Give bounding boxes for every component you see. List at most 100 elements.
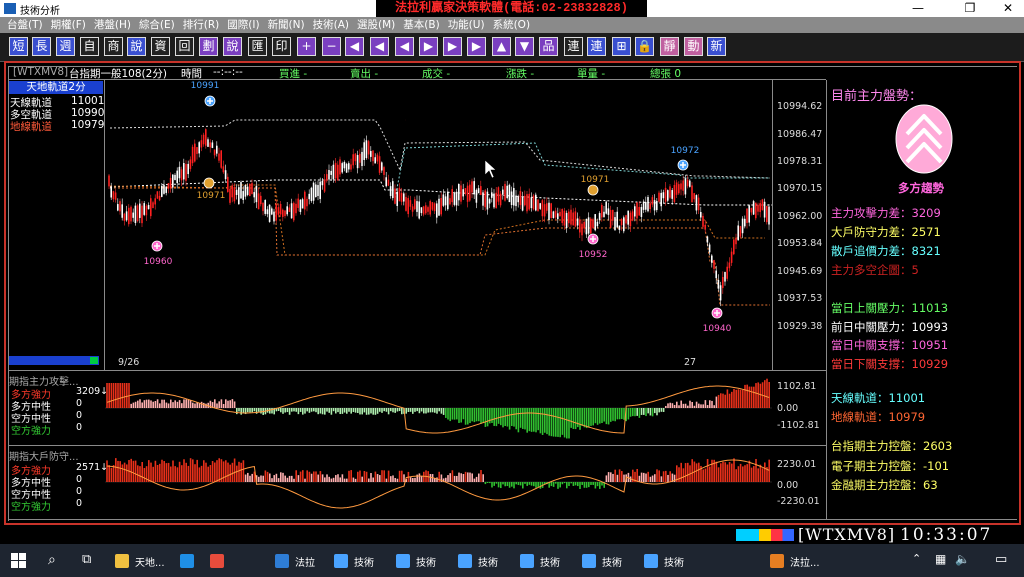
toolbar-button-21[interactable]: ▼ [515, 37, 534, 56]
attack-bar [581, 408, 583, 426]
defense-bar [513, 482, 515, 489]
toolbar-button-24[interactable]: 連 [587, 37, 606, 56]
attack-bar [214, 399, 216, 408]
candle-body [328, 170, 330, 180]
defense-chart[interactable] [105, 446, 772, 519]
menu-item-9[interactable]: 基本(B) [400, 17, 442, 33]
chart-scroll-bar[interactable] [9, 356, 99, 365]
attack-bar [346, 408, 348, 414]
notification-icon[interactable]: ▭ [995, 552, 1007, 567]
toolbar-button-1[interactable]: 長 [32, 37, 51, 56]
restore-icon[interactable]: ❐ [956, 1, 984, 16]
menu-item-1[interactable]: 期權(F) [48, 17, 89, 33]
attack-bar [317, 408, 319, 415]
defense-bar [458, 472, 460, 482]
taskbar-app-9[interactable]: 技術 [644, 548, 684, 574]
toolbar-button-23[interactable]: 連 [564, 37, 583, 56]
menu-item-4[interactable]: 排行(R) [180, 17, 223, 33]
toolbar-button-20[interactable]: ▲ [492, 37, 511, 56]
menu-item-5[interactable]: 國際(I) [224, 17, 262, 33]
menu-item-3[interactable]: 綜合(E) [136, 17, 178, 33]
taskbar-app-1[interactable] [180, 548, 200, 574]
menu-item-0[interactable]: 台盤(T) [4, 17, 46, 33]
attack-bar [557, 408, 559, 437]
toolbar-button-17[interactable]: ▶ [419, 37, 438, 56]
menu-item-7[interactable]: 技術(A) [310, 17, 352, 33]
attack-bar [297, 408, 300, 415]
attack-bar [242, 408, 245, 414]
toolbar-button-28[interactable]: 動 [684, 37, 703, 56]
taskbar-app-4[interactable]: 技術 [334, 548, 374, 574]
candle-body [660, 192, 662, 207]
menu-item-8[interactable]: 選股(M) [354, 17, 398, 33]
toolbar-button-10[interactable]: 匯 [248, 37, 267, 56]
menu-item-11[interactable]: 系統(O) [490, 17, 533, 33]
toolbar-button-19[interactable]: ▶ [467, 37, 486, 56]
taskbar-app-8[interactable]: 技術 [582, 548, 622, 574]
toolbar-button-11[interactable]: 印 [272, 37, 291, 56]
candle-body [761, 199, 764, 211]
attack-bar [442, 408, 445, 415]
toolbar-button-3[interactable]: 自 [80, 37, 99, 56]
taskbar-app-7[interactable]: 技術 [520, 548, 560, 574]
toolbar-button-15[interactable]: ◀ [370, 37, 389, 56]
task-view-icon[interactable]: ⧉ [82, 552, 91, 567]
attack-bar [634, 408, 636, 417]
toolbar-button-14[interactable]: ◀ [345, 37, 364, 56]
toolbar-button-16[interactable]: ◀ [395, 37, 414, 56]
toolbar-button-0[interactable]: 短 [9, 37, 28, 56]
toolbar-button-7[interactable]: 回 [175, 37, 194, 56]
close-icon[interactable]: ✕ [994, 1, 1022, 16]
candle-body [330, 170, 332, 175]
toolbar-button-8[interactable]: 劃 [199, 37, 218, 56]
defense-bar [618, 469, 621, 482]
attack-bar [286, 408, 289, 413]
candle-body [409, 200, 412, 207]
toolbar-button-13[interactable]: − [322, 37, 341, 56]
toolbar-button-9[interactable]: 說 [223, 37, 242, 56]
toolbar-button-26[interactable]: 🔒 [635, 37, 654, 56]
attack-bar [693, 405, 696, 408]
taskbar-app-6[interactable]: 技術 [458, 548, 498, 574]
price-chart[interactable]: 10991 10971 10960 10971 10972 10952 10940 [105, 80, 772, 370]
candle-body [656, 200, 658, 211]
attack-bar [660, 408, 663, 412]
attack-bar [623, 408, 625, 420]
candle-body [425, 205, 427, 214]
toolbar-button-29[interactable]: 新 [707, 37, 726, 56]
attack-bar [673, 404, 676, 408]
toolbar-button-4[interactable]: 商 [104, 37, 123, 56]
taskbar-app-0[interactable]: 天地... [115, 548, 165, 574]
search-icon[interactable]: ⌕ [48, 552, 56, 568]
defense-bar [566, 482, 568, 489]
toolbar-button-5[interactable]: 說 [127, 37, 146, 56]
candle-body [114, 192, 117, 200]
attack-chart[interactable] [105, 371, 772, 445]
toolbar-button-12[interactable]: + [297, 37, 316, 56]
network-icon[interactable]: ▦ [935, 552, 946, 566]
toolbar-button-6[interactable]: 資 [151, 37, 170, 56]
toolbar-button-22[interactable]: 品 [539, 37, 558, 56]
defense-bar [570, 482, 572, 484]
defense-bar [519, 482, 522, 486]
menu-item-2[interactable]: 港盤(H) [91, 17, 134, 33]
menu-item-10[interactable]: 功能(U) [445, 17, 488, 33]
taskbar-app-5[interactable]: 技術 [396, 548, 436, 574]
taskbar-app-3[interactable]: 法拉 [275, 548, 315, 574]
candle-body [301, 199, 304, 209]
speaker-icon[interactable]: 🔈 [955, 552, 970, 566]
chevron-up-icon[interactable]: ⌃ [912, 552, 921, 565]
toolbar-button-2[interactable]: 週 [56, 37, 75, 56]
taskbar-app-10[interactable]: 法拉... [770, 548, 820, 574]
start-windows-icon[interactable] [11, 553, 26, 568]
candle-body [526, 194, 528, 212]
toolbar-button-25[interactable]: ⊞ [612, 37, 631, 56]
candle-body [381, 162, 383, 171]
taskbar-app-2[interactable] [210, 548, 230, 574]
scroll-handle[interactable] [90, 357, 98, 364]
menu-item-6[interactable]: 新聞(N) [265, 17, 308, 33]
toolbar-button-27[interactable]: 靜 [660, 37, 679, 56]
defense-bar [161, 459, 163, 482]
toolbar-button-18[interactable]: ▶ [443, 37, 462, 56]
minimize-icon[interactable]: — [904, 1, 932, 16]
